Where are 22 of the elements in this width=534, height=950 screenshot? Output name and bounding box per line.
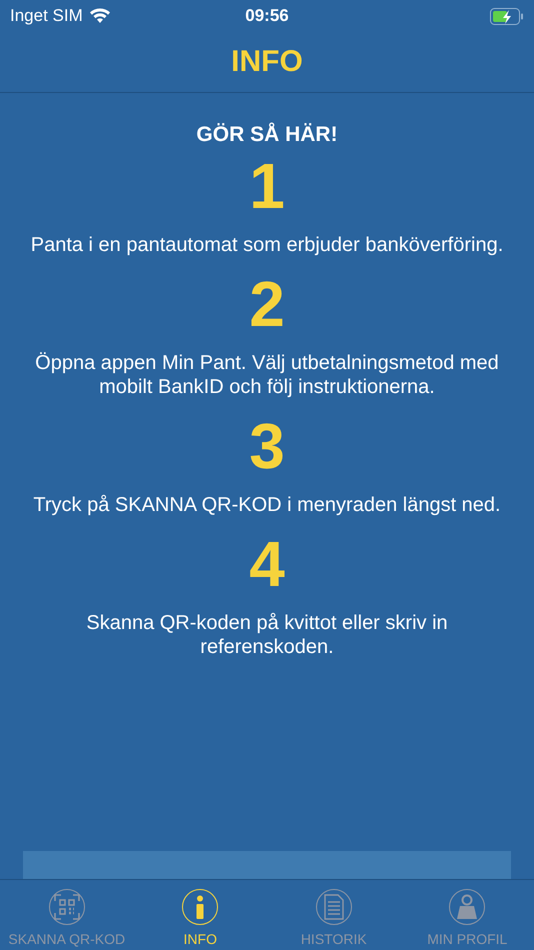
info-icon — [195, 895, 206, 919]
step-text: Tryck på SKANNA QR-KOD i menyraden längst ned. — [32, 493, 502, 517]
status-time: 09:56 — [245, 6, 289, 26]
step-text: Skanna QR-koden på kvittot eller skriv in referenskoden. — [85, 611, 449, 659]
document-icon — [324, 894, 344, 920]
tab-item[interactable]: MIN PROFIL — [400, 880, 534, 950]
battery-charging-icon — [490, 8, 524, 24]
step-text: Öppna appen Min Pant. Välj utbetalningsmetod med mobilt BankID och följ instruktionerna. — [34, 351, 500, 399]
qr-code-icon — [54, 894, 80, 920]
step-number: 1 — [249, 149, 285, 223]
step-number: 2 — [249, 267, 285, 341]
instructions-heading: GÖR SÅ HÄR! — [196, 123, 338, 147]
tab-item[interactable]: SKANNA QR-KOD — [0, 880, 134, 950]
tab-item[interactable]: INFO — [134, 880, 267, 950]
person-icon — [456, 894, 478, 920]
wifi-icon — [88, 8, 111, 24]
step-text: Panta i en pantautomat som erbjuder banköverföring. — [30, 233, 504, 257]
tab-item[interactable]: HISTORIK — [267, 880, 400, 950]
step-number: 3 — [249, 409, 285, 483]
carrier-name: Inget SIM — [10, 6, 83, 26]
page-title: INFO — [231, 45, 303, 79]
step-number: 4 — [249, 527, 285, 601]
